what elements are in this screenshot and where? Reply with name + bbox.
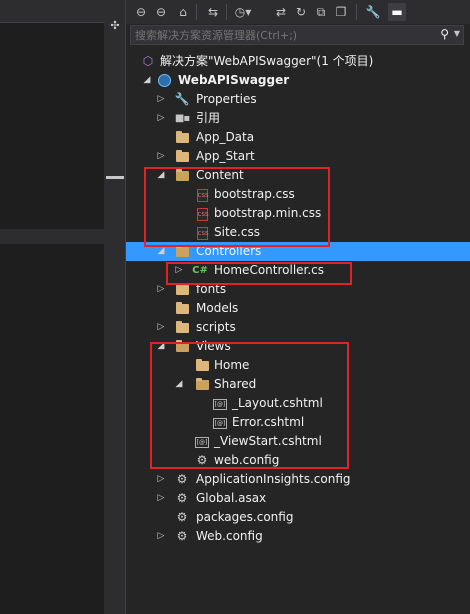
divider xyxy=(0,22,104,23)
annotation-box-content xyxy=(144,167,330,247)
expanded-arrow-icon[interactable]: ◢ xyxy=(142,71,152,90)
folder-icon xyxy=(174,149,190,164)
editor-line-highlight xyxy=(0,229,104,244)
tree-label: 解决方案"WebAPISwagger"(1 个项目) xyxy=(160,54,374,68)
search-box[interactable]: ⚲ ▼ xyxy=(130,25,464,45)
pin-icon[interactable]: ✣ xyxy=(109,20,121,32)
collapsed-arrow-icon[interactable]: ▷ xyxy=(156,109,166,128)
tree-row-app-data[interactable]: App_Data xyxy=(126,128,470,147)
tree-label: Properties xyxy=(196,92,257,106)
tree-label: WebAPISwagger xyxy=(178,73,290,87)
refresh-icon[interactable]: ↻ xyxy=(292,3,310,21)
collapsed-arrow-icon[interactable]: ▷ xyxy=(156,489,166,508)
tree-row-solution[interactable]: ⬡ 解决方案"WebAPISwagger"(1 个项目) xyxy=(126,52,470,71)
global-asax-icon: ⚙ xyxy=(176,491,188,505)
tree-label: packages.config xyxy=(196,510,294,524)
tree-label: Web.config xyxy=(196,529,263,543)
annotation-box-homecontroller xyxy=(166,262,352,285)
folder-icon xyxy=(174,130,190,145)
scroll-marker[interactable] xyxy=(106,176,124,179)
collapsed-arrow-icon[interactable]: ▷ xyxy=(156,147,166,166)
collapsed-arrow-icon[interactable]: ▷ xyxy=(156,527,166,546)
folder-icon xyxy=(174,301,190,316)
collapsed-arrow-icon[interactable]: ▷ xyxy=(156,470,166,489)
tree-row-references[interactable]: ▷ ■▪ 引用 xyxy=(126,109,470,128)
chevron-down-icon[interactable]: ▼ xyxy=(454,29,460,38)
toolbar-separator xyxy=(356,4,357,20)
tree-row-packages-config[interactable]: ⚙ packages.config xyxy=(126,508,470,527)
config-file-icon: ⚙ xyxy=(176,472,188,486)
back-icon[interactable]: ⊖ xyxy=(132,3,150,21)
collapsed-arrow-icon[interactable]: ▷ xyxy=(156,318,166,337)
tree-label: Global.asax xyxy=(196,491,267,505)
tree-label: App_Data xyxy=(196,130,255,144)
collapsed-arrow-icon[interactable]: ▷ xyxy=(156,90,166,109)
explorer-toolbar: ⊖ ⊖ ⌂ ⇆ ◷▾ ⇄ ↻ ⧉ ❐ 🔧 ▬ xyxy=(126,0,470,24)
tree-row-appinsights-config[interactable]: ▷ ⚙ ApplicationInsights.config xyxy=(126,470,470,489)
config-file-icon: ⚙ xyxy=(176,529,188,543)
wrench-icon: 🔧 xyxy=(174,92,190,106)
pin-icon[interactable]: ▬ xyxy=(388,3,406,21)
annotation-box-views xyxy=(150,342,349,469)
folder-icon xyxy=(174,320,190,335)
editor-pane xyxy=(0,0,104,614)
tree-label: scripts xyxy=(196,320,236,334)
collapse-icon[interactable]: ⧉ xyxy=(312,3,330,21)
properties-icon[interactable]: 🔧 xyxy=(364,3,382,21)
tree-label: 引用 xyxy=(196,111,221,125)
home-icon[interactable]: ⌂ xyxy=(174,3,192,21)
tree-row-global-asax[interactable]: ▷ ⚙ Global.asax xyxy=(126,489,470,508)
tree-label: ApplicationInsights.config xyxy=(196,472,351,486)
search-icon[interactable]: ⚲ xyxy=(440,27,449,41)
tree-row-app-start[interactable]: ▷ App_Start xyxy=(126,147,470,166)
tree-row-models[interactable]: Models xyxy=(126,299,470,318)
web-project-icon xyxy=(156,73,172,88)
tree-label: App_Start xyxy=(196,149,255,163)
solution-icon: ⬡ xyxy=(142,54,154,68)
toolbar-separator xyxy=(226,4,227,20)
config-file-icon: ⚙ xyxy=(176,510,188,524)
collapsed-arrow-icon[interactable]: ▷ xyxy=(156,280,166,299)
pending-changes-icon[interactable]: ⇄ xyxy=(272,3,290,21)
tree-row-properties[interactable]: ▷ 🔧 Properties xyxy=(126,90,470,109)
sync-icon[interactable]: ⇆ xyxy=(204,3,222,21)
solution-explorer: ⊖ ⊖ ⌂ ⇆ ◷▾ ⇄ ↻ ⧉ ❐ 🔧 ▬ ⚲ ▼ ⬡ 解决方案"WebAPI… xyxy=(126,0,470,614)
tree-row-project[interactable]: ◢ WebAPISwagger xyxy=(126,71,470,90)
references-icon: ■▪ xyxy=(174,113,190,124)
tree-row-scripts[interactable]: ▷ scripts xyxy=(126,318,470,337)
history-icon[interactable]: ◷▾ xyxy=(234,3,252,21)
splitter[interactable]: ✣ xyxy=(104,0,126,614)
tree-label: Models xyxy=(196,301,239,315)
toolbar-separator xyxy=(196,4,197,20)
copy-icon[interactable]: ❐ xyxy=(332,3,350,21)
forward-icon[interactable]: ⊖ xyxy=(152,3,170,21)
editor-tab-strip xyxy=(0,0,104,22)
search-input[interactable] xyxy=(135,27,431,43)
tree-row-web-config[interactable]: ▷ ⚙ Web.config xyxy=(126,527,470,546)
